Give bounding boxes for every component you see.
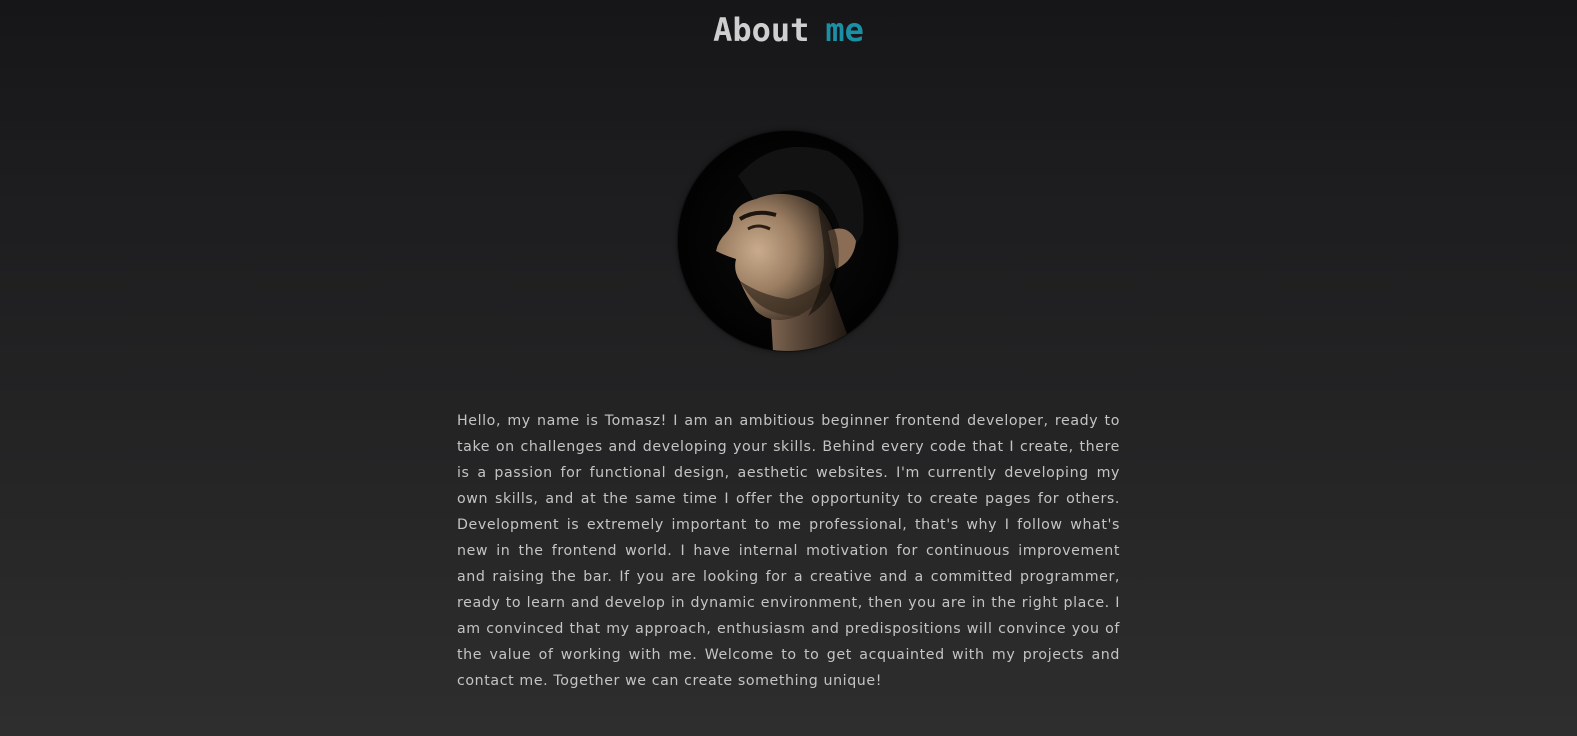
title-accent: me [825,11,864,49]
about-section: About me Hello, my name is Tomasz! I am … [0,0,1577,736]
profile-photo-icon [678,131,898,351]
title-main: About [713,11,810,49]
profile-photo [678,131,898,351]
section-title: About me [0,8,1577,52]
bio-text: Hello, my name is Tomasz! I am an ambiti… [457,413,1120,689]
